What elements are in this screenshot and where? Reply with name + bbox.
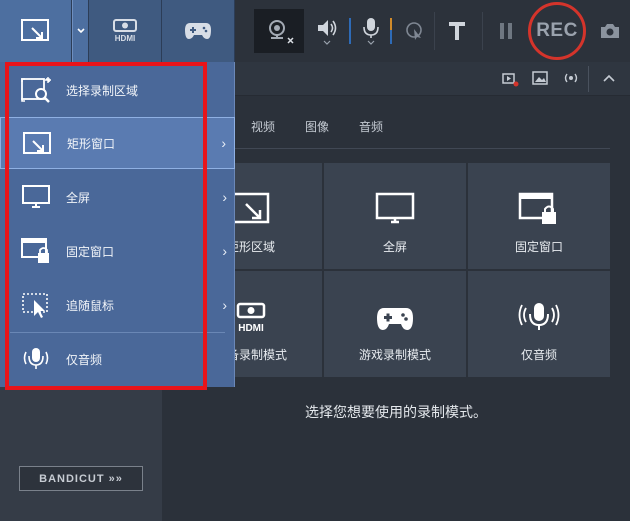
toolbar-separator xyxy=(434,12,435,50)
menu-item-rectangle-window[interactable]: 矩形窗口 › xyxy=(0,117,235,169)
top-toolbar: HDMI REC xyxy=(0,0,630,62)
rectangle-window-icon xyxy=(20,19,49,41)
video-record-status-icon[interactable] xyxy=(502,71,520,87)
mode-card-label: 全屏 xyxy=(382,240,407,254)
menu-item-follow-mouse[interactable]: 追随鼠标 › xyxy=(0,279,235,331)
tab-bar: 视频 图像 音频 xyxy=(235,118,413,144)
rectangle-window-icon xyxy=(21,128,53,160)
gamepad-icon xyxy=(377,308,413,330)
forward-arrows-icon: »» xyxy=(108,472,123,485)
webcam-button[interactable] xyxy=(254,9,304,53)
mode-card-locked-window[interactable]: 固定窗口 xyxy=(468,163,610,269)
record-label: REC xyxy=(536,20,578,41)
bandicut-label: BANDICUT xyxy=(39,472,105,485)
text-overlay-button[interactable] xyxy=(442,0,472,62)
monitor-icon xyxy=(375,192,415,224)
follow-mouse-icon xyxy=(20,289,52,321)
text-t-icon xyxy=(449,22,465,40)
app-window: HDMI REC BANDICUT »» 视频 图像 音频 矩形区域 全屏 固定… xyxy=(0,0,630,521)
menu-item-label: 固定窗口 xyxy=(66,244,115,259)
tab-audio[interactable]: 音频 xyxy=(359,118,383,144)
chevron-down-icon xyxy=(76,28,85,34)
mode-card-game[interactable]: 游戏录制模式 xyxy=(324,271,466,377)
locked-window-icon xyxy=(518,192,556,224)
screen-mode-button[interactable] xyxy=(0,0,72,62)
microphone-icon xyxy=(20,343,52,375)
chevron-right-icon: › xyxy=(222,189,227,205)
mode-card-label: 固定窗口 xyxy=(514,240,563,254)
hdmi-icon: HDMI xyxy=(113,19,137,43)
record-button[interactable]: REC xyxy=(528,2,586,60)
mode-card-audio-only[interactable]: 仅音频 xyxy=(468,271,610,377)
screenshot-button[interactable] xyxy=(596,0,624,62)
select-area-icon xyxy=(20,74,52,106)
mode-card-label: 游戏录制模式 xyxy=(358,348,431,362)
mode-grid: 矩形区域 全屏 固定窗口 HDMI 设备录制模式 游戏录制模式 仅音频 xyxy=(180,163,610,378)
sub-toolbar xyxy=(235,62,630,96)
menu-item-label: 矩形窗口 xyxy=(67,136,116,151)
tab-image[interactable]: 图像 xyxy=(305,118,329,144)
locked-window-icon xyxy=(20,235,52,267)
image-icon[interactable] xyxy=(532,71,548,85)
mode-dropdown-button[interactable] xyxy=(72,0,89,62)
camera-icon xyxy=(601,24,619,38)
cursor-effects-button[interactable] xyxy=(400,0,430,62)
hdmi-text: HDMI xyxy=(115,34,135,43)
chevron-up-icon[interactable] xyxy=(602,73,616,83)
bandicut-button[interactable]: BANDICUT »» xyxy=(19,466,143,491)
chevron-right-icon: › xyxy=(222,243,227,259)
rectangle-window-icon xyxy=(230,192,270,224)
chevron-right-icon: › xyxy=(222,297,227,313)
cursor-click-icon xyxy=(406,22,422,40)
hdmi-mode-button[interactable]: HDMI xyxy=(89,0,162,62)
svg-text:HDMI: HDMI xyxy=(238,323,264,334)
mic-level-meter xyxy=(388,0,394,62)
toolbar-separator xyxy=(482,12,483,50)
menu-item-locked-window[interactable]: 固定窗口 › xyxy=(0,225,235,277)
mode-card-label: 仅音频 xyxy=(520,348,557,362)
microphone-button[interactable] xyxy=(356,0,386,62)
menu-item-label: 仅音频 xyxy=(66,352,103,367)
tab-underline xyxy=(235,148,610,149)
pause-button[interactable] xyxy=(492,0,520,62)
webcam-icon xyxy=(269,20,294,44)
speaker-icon xyxy=(318,20,337,45)
menu-item-label: 追随鼠标 xyxy=(66,298,115,313)
game-mode-button[interactable] xyxy=(162,0,235,62)
menu-item-label: 全屏 xyxy=(66,190,91,205)
microphone-icon xyxy=(518,303,560,330)
tab-video[interactable]: 视频 xyxy=(251,118,275,144)
speaker-button[interactable] xyxy=(312,0,342,62)
hdmi-icon: HDMI xyxy=(236,302,266,334)
mode-card-fullscreen[interactable]: 全屏 xyxy=(324,163,466,269)
menu-item-label: 选择录制区域 xyxy=(66,83,139,98)
microphone-icon xyxy=(363,18,379,45)
mode-hint-text: 选择您想要使用的录制模式。 xyxy=(305,404,487,420)
gamepad-icon xyxy=(185,23,211,39)
menu-item-fullscreen[interactable]: 全屏 › xyxy=(0,171,235,223)
pause-icon xyxy=(500,23,512,39)
chevron-right-icon: › xyxy=(221,135,226,151)
mode-dropdown-menu: 选择录制区域 矩形窗口 › 全屏 › 固定窗口 › 追随鼠标 › 仅音频 xyxy=(0,62,235,387)
monitor-icon xyxy=(20,181,52,213)
menu-item-select-area[interactable]: 选择录制区域 xyxy=(0,64,235,116)
menu-item-audio-only[interactable]: 仅音频 xyxy=(0,333,235,385)
broadcast-icon[interactable] xyxy=(562,71,580,85)
speaker-level-meter xyxy=(347,0,353,62)
